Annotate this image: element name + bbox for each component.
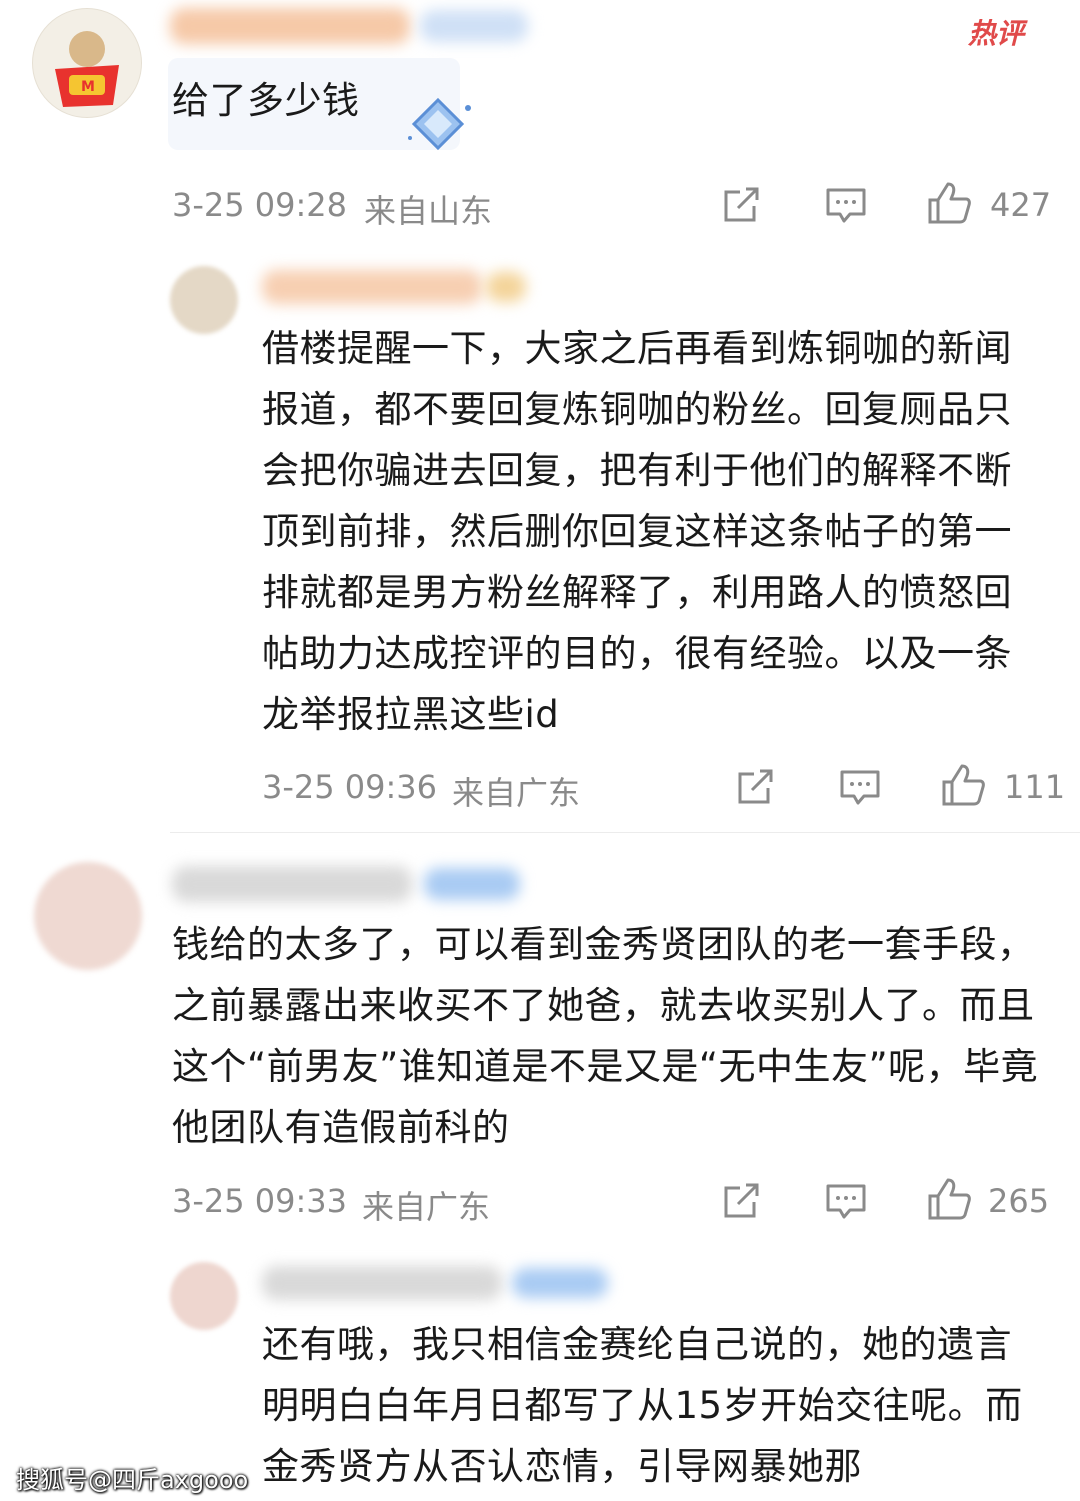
hot-comment-badge: 热评 <box>968 17 1025 50</box>
comment-time: 3-25 09:28 <box>172 186 348 224</box>
comment-location: 来自山东 <box>364 192 493 230</box>
badge-blurred <box>424 868 520 900</box>
like-icon[interactable] <box>926 1176 972 1222</box>
badge-blurred <box>512 1268 608 1298</box>
badge-blurred <box>486 272 526 302</box>
username-blurred[interactable] <box>172 866 412 902</box>
share-icon[interactable] <box>720 1180 762 1222</box>
avatar-image: M <box>55 31 119 107</box>
watermark: 搜狐号@四斤axgooo <box>16 1466 249 1494</box>
comment-time: 3-25 09:33 <box>172 1182 348 1220</box>
avatar[interactable] <box>170 1262 238 1330</box>
svg-text:M: M <box>81 79 95 95</box>
like-icon[interactable] <box>926 180 972 226</box>
username-blurred[interactable] <box>262 1266 502 1300</box>
comment-icon[interactable] <box>824 184 868 226</box>
comment-time: 3-25 09:36 <box>262 768 438 806</box>
comment-icon[interactable] <box>838 766 882 808</box>
comment-icon[interactable] <box>824 1180 868 1222</box>
avatar[interactable] <box>170 266 238 334</box>
divider <box>170 832 1080 833</box>
comment-text: 借楼提醒一下，大家之后再看到炼铜咖的新闻报道，都不要回复炼铜咖的粉丝。回复厕品只… <box>262 327 1012 736</box>
comment-text: 还有哦，我只相信金赛纶自己说的，她的遗言明明白白年月日都写了从15岁开始交往呢。… <box>262 1323 1023 1488</box>
comment-text: 钱给的太多了，可以看到金秀贤团队的老一套手段，之前暴露出来收买不了她爸，就去收买… <box>172 923 1039 1149</box>
like-count: 265 <box>988 1182 1050 1220</box>
comment-location: 来自广东 <box>362 1188 491 1226</box>
avatar[interactable] <box>34 862 142 970</box>
diamond-sticker-icon <box>408 97 471 151</box>
like-count: 427 <box>990 186 1052 224</box>
comment-location: 来自广东 <box>452 774 581 812</box>
share-icon[interactable] <box>734 766 776 808</box>
username-blurred[interactable] <box>262 270 482 304</box>
like-count: 111 <box>1004 768 1066 806</box>
username-blurred[interactable] <box>170 8 410 44</box>
share-icon[interactable] <box>720 184 762 226</box>
avatar[interactable]: M <box>32 8 142 118</box>
badge-blurred <box>420 10 528 42</box>
like-icon[interactable] <box>940 762 986 808</box>
